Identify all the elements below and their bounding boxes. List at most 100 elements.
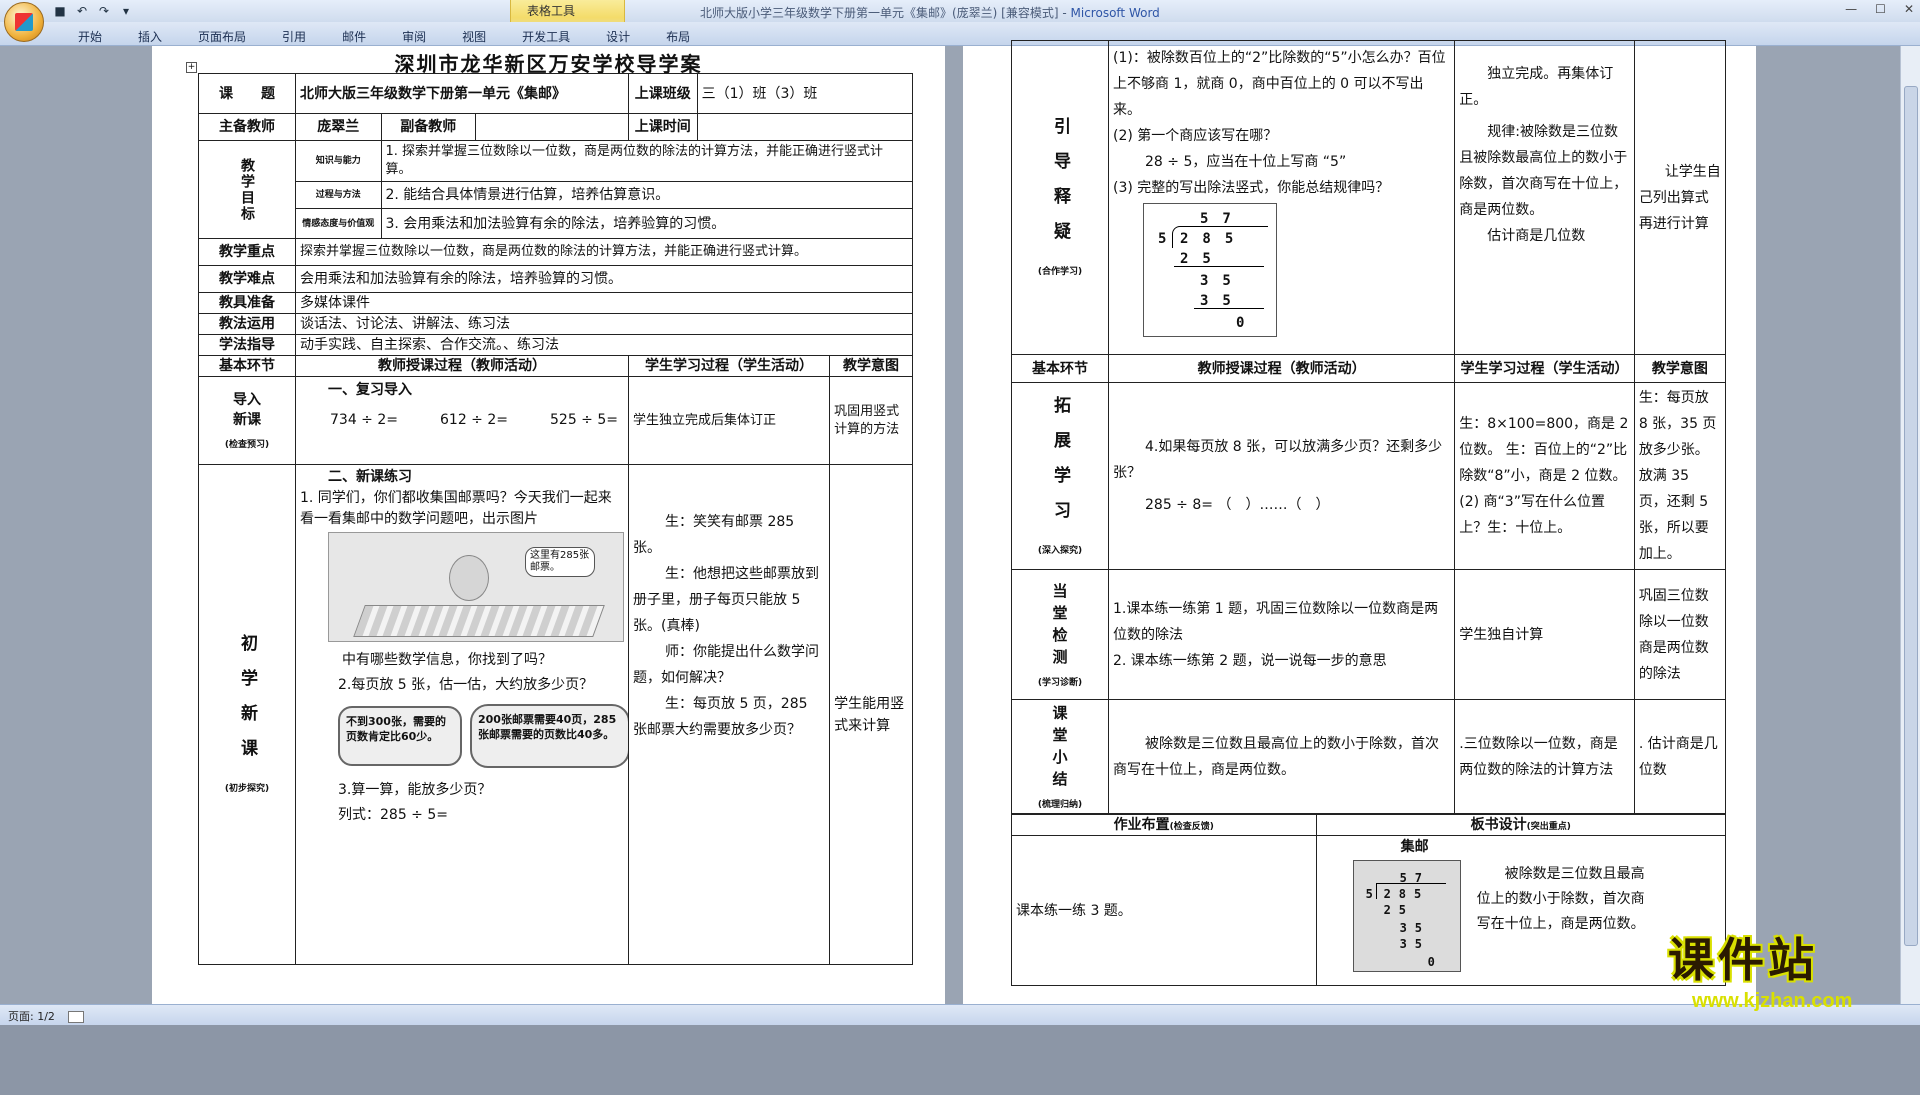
intro-stage-cell: 导入新课 (检查预习) [198,376,296,465]
guide-line: (3) 完整的写出除法竖式，你能总结规律吗？ [1113,180,1390,196]
intro-student: 学生独立完成后集体订正 [627,376,831,465]
time-label: 上课时间 [628,113,698,141]
tab-page-layout[interactable]: 页面布局 [180,22,264,45]
main-teacher-value: 庞翠兰 [295,113,382,141]
customize-toolbar-icon[interactable]: ▾ [118,3,134,19]
redo-icon[interactable]: ↷ [96,3,112,19]
summary-stage-cell: 课堂小结 (梳理归纳) [1011,699,1109,814]
newlesson-stage-cell: 初学新课 (初步探究) [198,464,296,965]
newlesson-q2: 2.每页放 5 张，估一估，大约放多少页？ [338,677,594,693]
goal-attitude: 3. 会用乘法和加法验算有余的除法，培养验算的习惯。 [380,208,913,239]
guide-intent: 让学生自己列出算式再进行计算 [1633,40,1727,355]
division-line-1 [1174,266,1264,267]
speech-bubble-3: 200张邮票需要40页，285张邮票需要的页数比40多。 [470,704,628,768]
intro-problem: 612 ÷ 2= [440,412,508,428]
board-division-step3: 35 [1399,937,1431,951]
girl-figure [449,555,489,601]
summary-stage: 课堂小结 [1052,704,1068,788]
newlesson-q3b: 列式：285 ÷ 5= [338,807,448,823]
tab-insert[interactable]: 插入 [120,22,180,45]
intro-problem: 525 ÷ 5= [550,412,618,428]
document-page-2[interactable]: 引导释疑 (合作学习) (1)：被除数百位上的“2”比除数的“5”小怎么办？百位… [963,40,1756,1004]
board-division-divisor: 5 [1365,887,1373,901]
table-move-handle-icon[interactable]: + [186,62,197,73]
stamp-picture: 这里有285张邮票。 [328,532,624,642]
app-name: Microsoft Word [1070,6,1160,20]
header-student: 学生学习过程（学生活动） [627,355,831,377]
intro-problems: 734 ÷ 2= 612 ÷ 2= 525 ÷ 5= [300,401,624,431]
window-title: 北师大版小学三年级数学下册第一单元《集邮》(庞翠兰) [兼容模式] - Micr… [700,6,1160,20]
language-icon[interactable] [68,1011,85,1023]
close-icon[interactable]: ✕ [1904,2,1914,16]
newlesson-heading: 二、新课练习 [328,469,412,485]
check-stage-cell: 当堂检测 (学习诊断) [1011,569,1109,700]
tab-view[interactable]: 视图 [444,22,504,45]
guide-stage: 引导释疑 [1050,117,1070,257]
site-watermark: 课件站 www.kjzhan.com [1668,924,1908,1012]
vertical-scrollbar[interactable] [1900,46,1920,1004]
tab-references[interactable]: 引用 [264,22,324,45]
stamp-collection-image: 这里有285张邮票。 图 [328,532,624,642]
tools-value: 多媒体课件 [295,292,913,314]
tab-mailings[interactable]: 邮件 [324,22,384,45]
tab-developer[interactable]: 开发工具 [504,22,588,45]
goal-knowledge: 1. 探索并掌握三位数除以一位数，商是两位数的除法的计算方法，并能正确进行竖式计… [380,140,913,182]
check-student: 学生独自计算 [1454,569,1635,700]
status-bar: 页面: 1/2 [0,1004,1920,1025]
guide-line: 28 ÷ 5，应当在十位上写商 “5” [1145,154,1347,170]
guide-student: 估计商是几位数 [1487,228,1586,244]
division-remainder: 0 [1236,315,1245,331]
intro-teacher-cell: 一、复习导入 734 ÷ 2= 612 ÷ 2= 525 ÷ 5= [295,376,629,465]
guide-teacher-cell: (1)：被除数百位上的“2”比除数的“5”小怎么办？百位上不够商 1，就商 0，… [1107,40,1456,355]
study-value: 动手实践、自主探索、合作交流。、练习法 [295,334,913,356]
page-indicator[interactable]: 页面: 1/2 [8,1010,55,1023]
scroll-thumb[interactable] [1904,86,1918,946]
check-item: 2. 课本练一练第 2 题，说一说每一步的意思 [1113,652,1387,669]
newlesson-student: 生：笑笑有邮票 285 张。 [633,514,795,556]
extend-teacher-cell: 4.如果每页放 8 张，可以放满多少页？还剩多少张？ 285 ÷ 8= （ ）…… [1107,382,1456,570]
board-header: 板书设计(突出重点) [1315,814,1727,836]
check-intent: 巩固三位数除以一位数商是两位数的除法 [1633,569,1727,700]
undo-icon[interactable]: ↶ [74,3,90,19]
newlesson-intent: 学生能用竖式来计算 [829,464,913,965]
difficulty-label: 教学难点 [198,265,296,293]
division-line-2 [1194,308,1264,309]
estimation-bubbles: 不到300张，需要的页数肯定比60少。 200张邮票需要40页，285张邮票需要… [338,700,628,776]
speech-bubble-2: 不到300张，需要的页数肯定比60少。 [338,706,462,766]
document-page-1[interactable]: 深圳市龙华新区万安学校导学案 + 课 题 北师大版三年级数学下册第一单元《集邮》… [152,46,945,1004]
newlesson-student-cell: 生：笑笑有邮票 285 张。 生：他想把这些邮票放到册子里，册子每页只能放 5 … [627,464,831,965]
key-point-value: 探索并掌握三位数除以一位数，商是两位数的除法的计算方法，并能正确进行竖式计算。 [295,238,913,266]
guide-student: 独立完成。再集体订正。 [1459,66,1614,108]
assistant-teacher-label: 副备教师 [380,113,476,141]
tab-review[interactable]: 审阅 [384,22,444,45]
tab-layout[interactable]: 布局 [648,22,708,45]
tools-label: 教具准备 [198,292,296,314]
header-stage: 基本环节 [198,355,296,377]
header-student-2: 学生学习过程（学生活动） [1454,354,1635,383]
assistant-teacher-value [475,113,629,141]
board-cell: 集邮 57 5 285 25 35 35 0 被除数是三位数且最高位上的数小于除… [1315,835,1727,986]
main-teacher-label: 主备教师 [198,113,296,141]
newlesson-student: 生：每页放 5 页，285 张邮票大约需要放多少页？ [633,696,808,738]
guide-line: (2) 第一个商应该写在哪？ [1113,128,1278,144]
summary-student: .三位数除以一位数，商是两位数的除法的计算方法 [1454,699,1635,814]
homework-text: 课本练一练 3 题。 [1011,835,1317,986]
intro-tag: (检查预习) [224,440,270,450]
newlesson-q1b: 中有哪些数学信息，你找到了吗？ [342,652,552,668]
board-division-remainder: 0 [1427,955,1435,969]
board-label: 板书设计 [1470,817,1527,833]
speech-bubble-1: 这里有285张邮票。 [525,547,595,577]
check-tag: (学习诊断) [1037,678,1083,688]
minimize-icon[interactable]: — [1845,2,1857,16]
summary-tag: (梳理归纳) [1037,800,1083,810]
header-intent: 教学意图 [829,355,913,377]
extend-intent: 生：每页放 8 张，35 页放多少张。放满 35 页，还剩 5 张，所以要加上。 [1633,382,1727,570]
class-value: 三（1）班（3）班 [696,73,914,114]
tab-home[interactable]: 开始 [60,22,120,45]
office-button[interactable] [4,2,44,42]
goal-kind-process: 过程与方法 [295,181,382,209]
check-teacher-cell: 1.课本练一练第 1 题，巩固三位数除以一位数商是两位数的除法 2. 课本练一练… [1107,569,1456,700]
tab-design[interactable]: 设计 [588,22,648,45]
save-icon[interactable]: ■ [52,3,68,19]
maximize-icon[interactable]: ☐ [1875,2,1886,16]
